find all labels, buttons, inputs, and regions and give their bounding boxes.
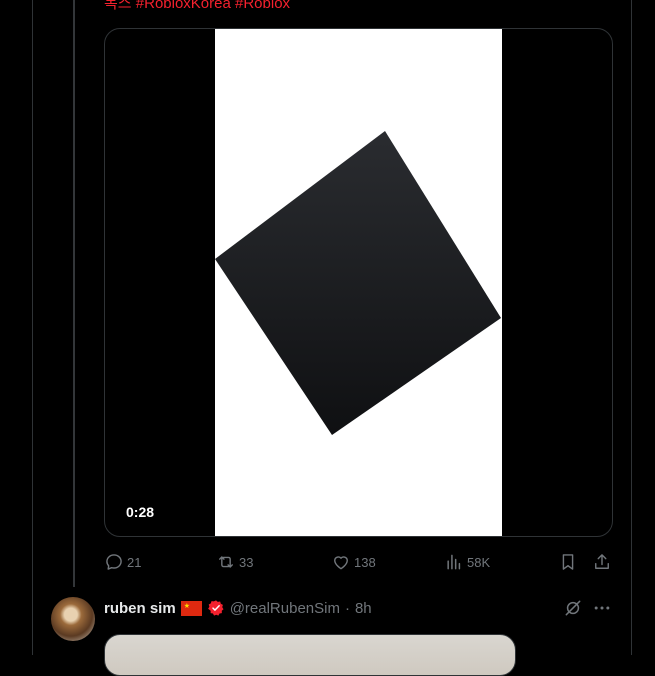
repost-count: 33 [239,554,254,570]
next-tweet-header: ruben sim ★ @realRubenSim · 8h [104,598,372,618]
timeline-right-border [631,0,632,655]
like-count: 138 [354,554,376,570]
bookmark-icon [562,554,574,570]
china-flag-icon: ★ [180,600,202,616]
thread-connector-line [73,0,75,587]
repost-button[interactable]: 33 [216,550,253,574]
author-name[interactable]: ruben sim [104,600,176,617]
roblox-logo-tile [215,131,501,435]
timestamp[interactable]: 8h [355,600,372,617]
tweet-actions: 21 33 138 58K [104,550,616,574]
next-tweet-media[interactable] [104,634,516,676]
reply-count: 21 [127,554,142,570]
analytics-icon [447,554,461,570]
video-frame [215,29,502,536]
video-duration: 0:28 [121,503,160,521]
reply-icon [106,554,122,570]
verified-badge-icon [207,600,224,616]
like-button[interactable]: 138 [331,550,376,574]
tweet-text[interactable]: 복스 #RobloxKorea #Roblox [104,0,290,14]
views-button[interactable]: 58K [444,550,490,574]
more-options-icon[interactable] [592,598,612,618]
video-player[interactable]: 0:28 [104,28,613,537]
share-icon [595,554,609,569]
view-count: 58K [467,554,491,570]
share-button[interactable] [592,550,612,574]
bookmark-button[interactable] [558,550,578,574]
timeline-left-border [32,0,33,655]
reply-button[interactable]: 21 [104,550,141,574]
author-handle[interactable]: @realRubenSim [230,600,340,617]
repost-icon [219,556,233,568]
avatar[interactable] [51,597,95,641]
heart-icon [334,556,348,570]
grok-icon[interactable] [563,598,583,618]
separator-dot: · [344,599,350,617]
